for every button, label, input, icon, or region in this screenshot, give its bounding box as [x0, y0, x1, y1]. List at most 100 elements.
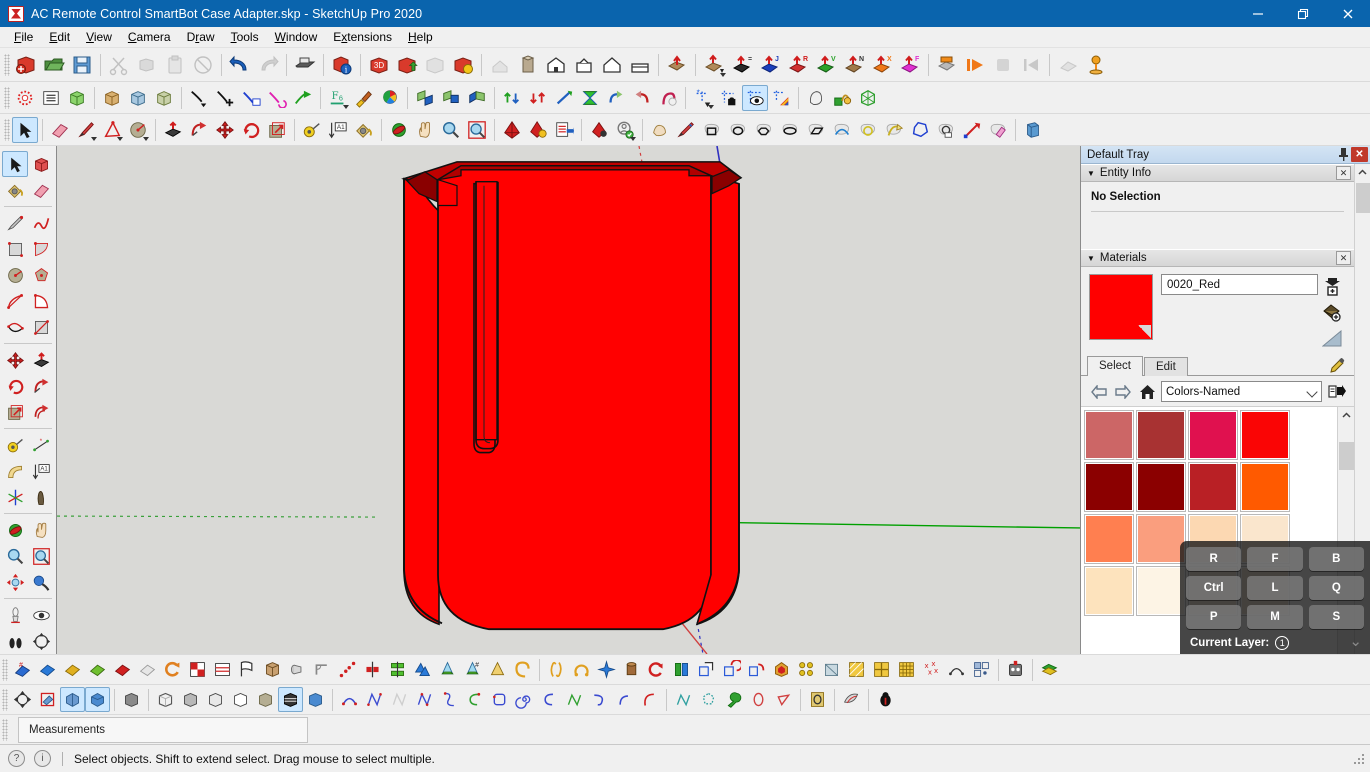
- bezier-blue-icon[interactable]: #: [10, 657, 35, 682]
- zoom-extents-icon[interactable]: [2, 569, 28, 595]
- model-xray-icon[interactable]: [64, 85, 90, 111]
- extend-line-icon[interactable]: [290, 85, 316, 111]
- spiral-blue-icon[interactable]: [512, 687, 537, 712]
- orange-axis-icon[interactable]: X: [868, 51, 896, 79]
- triangle-red-icon[interactable]: [771, 687, 796, 712]
- freehand-icon[interactable]: [647, 117, 673, 143]
- cone-icon[interactable]: [485, 657, 510, 682]
- mesh-icon[interactable]: [855, 85, 881, 111]
- sandbox-from-scratch-icon[interactable]: [438, 85, 464, 111]
- restore-icon[interactable]: [1280, 0, 1325, 27]
- color-wheel-icon[interactable]: [377, 85, 403, 111]
- edit-curve-icon[interactable]: [238, 85, 264, 111]
- close-icon[interactable]: ✕: [1336, 251, 1351, 265]
- sandbox-smoove-icon[interactable]: [464, 85, 490, 111]
- key-b[interactable]: B: [1308, 547, 1364, 571]
- section-plane-red-icon[interactable]: [35, 687, 60, 712]
- water-drop-icon[interactable]: [435, 657, 460, 682]
- position-texture-icon[interactable]: [829, 85, 855, 111]
- frame-icon[interactable]: [819, 657, 844, 682]
- display-secondary-icon[interactable]: [1320, 327, 1344, 349]
- trimble-connect-icon[interactable]: [449, 51, 477, 79]
- plane-blue-icon[interactable]: [35, 657, 60, 682]
- detail-icon[interactable]: [603, 85, 629, 111]
- blue-axis-icon[interactable]: J: [756, 51, 784, 79]
- move-icon[interactable]: [212, 117, 238, 143]
- zigzag-icon[interactable]: [562, 687, 587, 712]
- eraser-icon[interactable]: [47, 117, 73, 143]
- entity-info-header[interactable]: ▼ Entity Info ✕: [1081, 164, 1354, 182]
- spiral-icon[interactable]: [160, 657, 185, 682]
- 3d-text-icon[interactable]: [28, 484, 54, 510]
- iso-view-icon[interactable]: [486, 51, 514, 79]
- eraser-pink-icon[interactable]: [985, 117, 1011, 143]
- sandbox-from-contours-icon[interactable]: [412, 85, 438, 111]
- bug-icon[interactable]: [873, 687, 898, 712]
- paint-bucket-add-icon[interactable]: [1320, 301, 1344, 323]
- scroll-up-icon[interactable]: [1338, 407, 1354, 424]
- components-icon[interactable]: [969, 657, 994, 682]
- drop-plus-icon[interactable]: #: [460, 657, 485, 682]
- 3d-warehouse-get-icon[interactable]: 3D: [365, 51, 393, 79]
- rectangle-icon[interactable]: [699, 117, 725, 143]
- scrollbar-thumb[interactable]: [1355, 183, 1370, 213]
- material-swatch[interactable]: [1084, 462, 1134, 512]
- shadow-settings-icon[interactable]: [1054, 51, 1082, 79]
- arc-large-icon[interactable]: [637, 687, 662, 712]
- layer-visible-icon[interactable]: [742, 84, 768, 111]
- key-l[interactable]: L: [1247, 576, 1303, 600]
- close-icon[interactable]: [1325, 0, 1370, 27]
- pushpull-icon[interactable]: [28, 347, 54, 373]
- material-name-input[interactable]: [1161, 274, 1318, 295]
- curve-icon[interactable]: [510, 657, 535, 682]
- text-label-icon[interactable]: A1: [28, 458, 54, 484]
- copy-face-icon[interactable]: [694, 657, 719, 682]
- flip-icon[interactable]: [577, 85, 603, 111]
- plane-red-icon[interactable]: [110, 657, 135, 682]
- 3d-warehouse-share-icon[interactable]: [393, 51, 421, 79]
- scrollbar-thumb[interactable]: [1338, 442, 1354, 470]
- array-copy-icon[interactable]: [744, 657, 769, 682]
- closed-polygon-icon[interactable]: [933, 117, 959, 143]
- close-icon[interactable]: ✕: [1351, 147, 1368, 162]
- section-fill-icon[interactable]: [85, 687, 110, 712]
- arc-icon[interactable]: [829, 117, 855, 143]
- material-swatch[interactable]: [1136, 410, 1186, 460]
- layer-lock-icon[interactable]: [716, 85, 742, 111]
- model-info-icon[interactable]: i: [328, 51, 356, 79]
- pencil-line-icon[interactable]: [73, 117, 99, 143]
- polyline-icon[interactable]: [907, 117, 933, 143]
- open-folder-icon[interactable]: [40, 51, 68, 79]
- robot-icon[interactable]: [1003, 657, 1028, 682]
- scatter-icon[interactable]: xxxx: [919, 657, 944, 682]
- rotated-rectangle-icon[interactable]: [803, 117, 829, 143]
- draw-pencil-icon[interactable]: [673, 117, 699, 143]
- material-library-select[interactable]: Colors-Named: [1161, 381, 1322, 402]
- polyline-teal-icon[interactable]: [671, 687, 696, 712]
- make-unique-icon[interactable]: [151, 85, 177, 111]
- triangle-down-icon[interactable]: ▼: [1087, 254, 1095, 263]
- rounded-rect-icon[interactable]: [487, 687, 512, 712]
- split-green-icon[interactable]: [669, 657, 694, 682]
- section-plane-icon[interactable]: [28, 628, 54, 654]
- face-style-shaded-icon[interactable]: [119, 687, 144, 712]
- move-icon[interactable]: [2, 347, 28, 373]
- sun-position-icon[interactable]: [1082, 51, 1110, 79]
- arc-dots-icon[interactable]: [944, 657, 969, 682]
- key-f[interactable]: F: [1247, 547, 1303, 571]
- toolbar-grip[interactable]: [4, 53, 10, 76]
- material-swatch[interactable]: [1084, 566, 1134, 616]
- bezier-icon[interactable]: [881, 117, 907, 143]
- scene-manager-icon[interactable]: [933, 51, 961, 79]
- right-view-icon[interactable]: [570, 51, 598, 79]
- wireframe-icon[interactable]: [203, 687, 228, 712]
- add-point-icon[interactable]: [212, 85, 238, 111]
- eraser-icon[interactable]: [28, 177, 54, 203]
- solid-tools-icon[interactable]: [12, 85, 38, 111]
- stamp-up-icon[interactable]: [499, 85, 525, 111]
- arrow-line-icon[interactable]: [959, 117, 985, 143]
- 3d-warehouse-icon[interactable]: [499, 117, 525, 143]
- extrude-icon[interactable]: [1020, 117, 1046, 143]
- soften-edges-icon[interactable]: [803, 85, 829, 111]
- copy-icon[interactable]: [133, 51, 161, 79]
